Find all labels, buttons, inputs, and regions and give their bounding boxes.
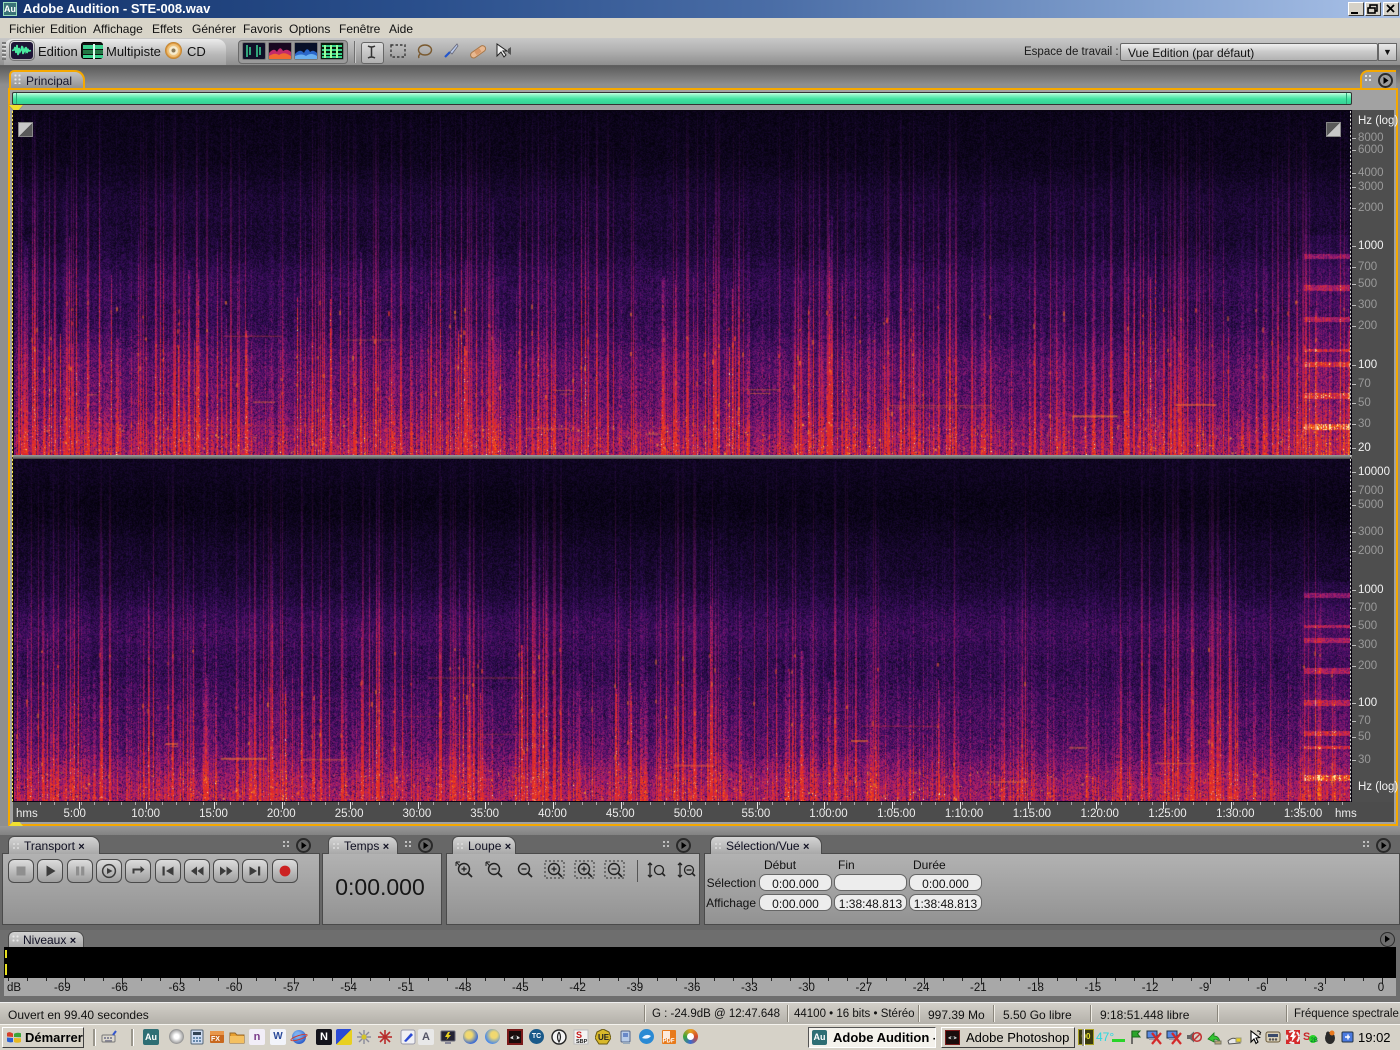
svg-text:PDF: PDF	[663, 1039, 675, 1045]
svg-text:FX: FX	[211, 1036, 220, 1043]
svg-text:SBP: SBP	[576, 1039, 588, 1045]
svg-text:S: S	[1303, 1031, 1310, 1043]
svg-text:2B: 2B	[1311, 1038, 1318, 1044]
svg-text:UE: UE	[598, 1033, 610, 1042]
